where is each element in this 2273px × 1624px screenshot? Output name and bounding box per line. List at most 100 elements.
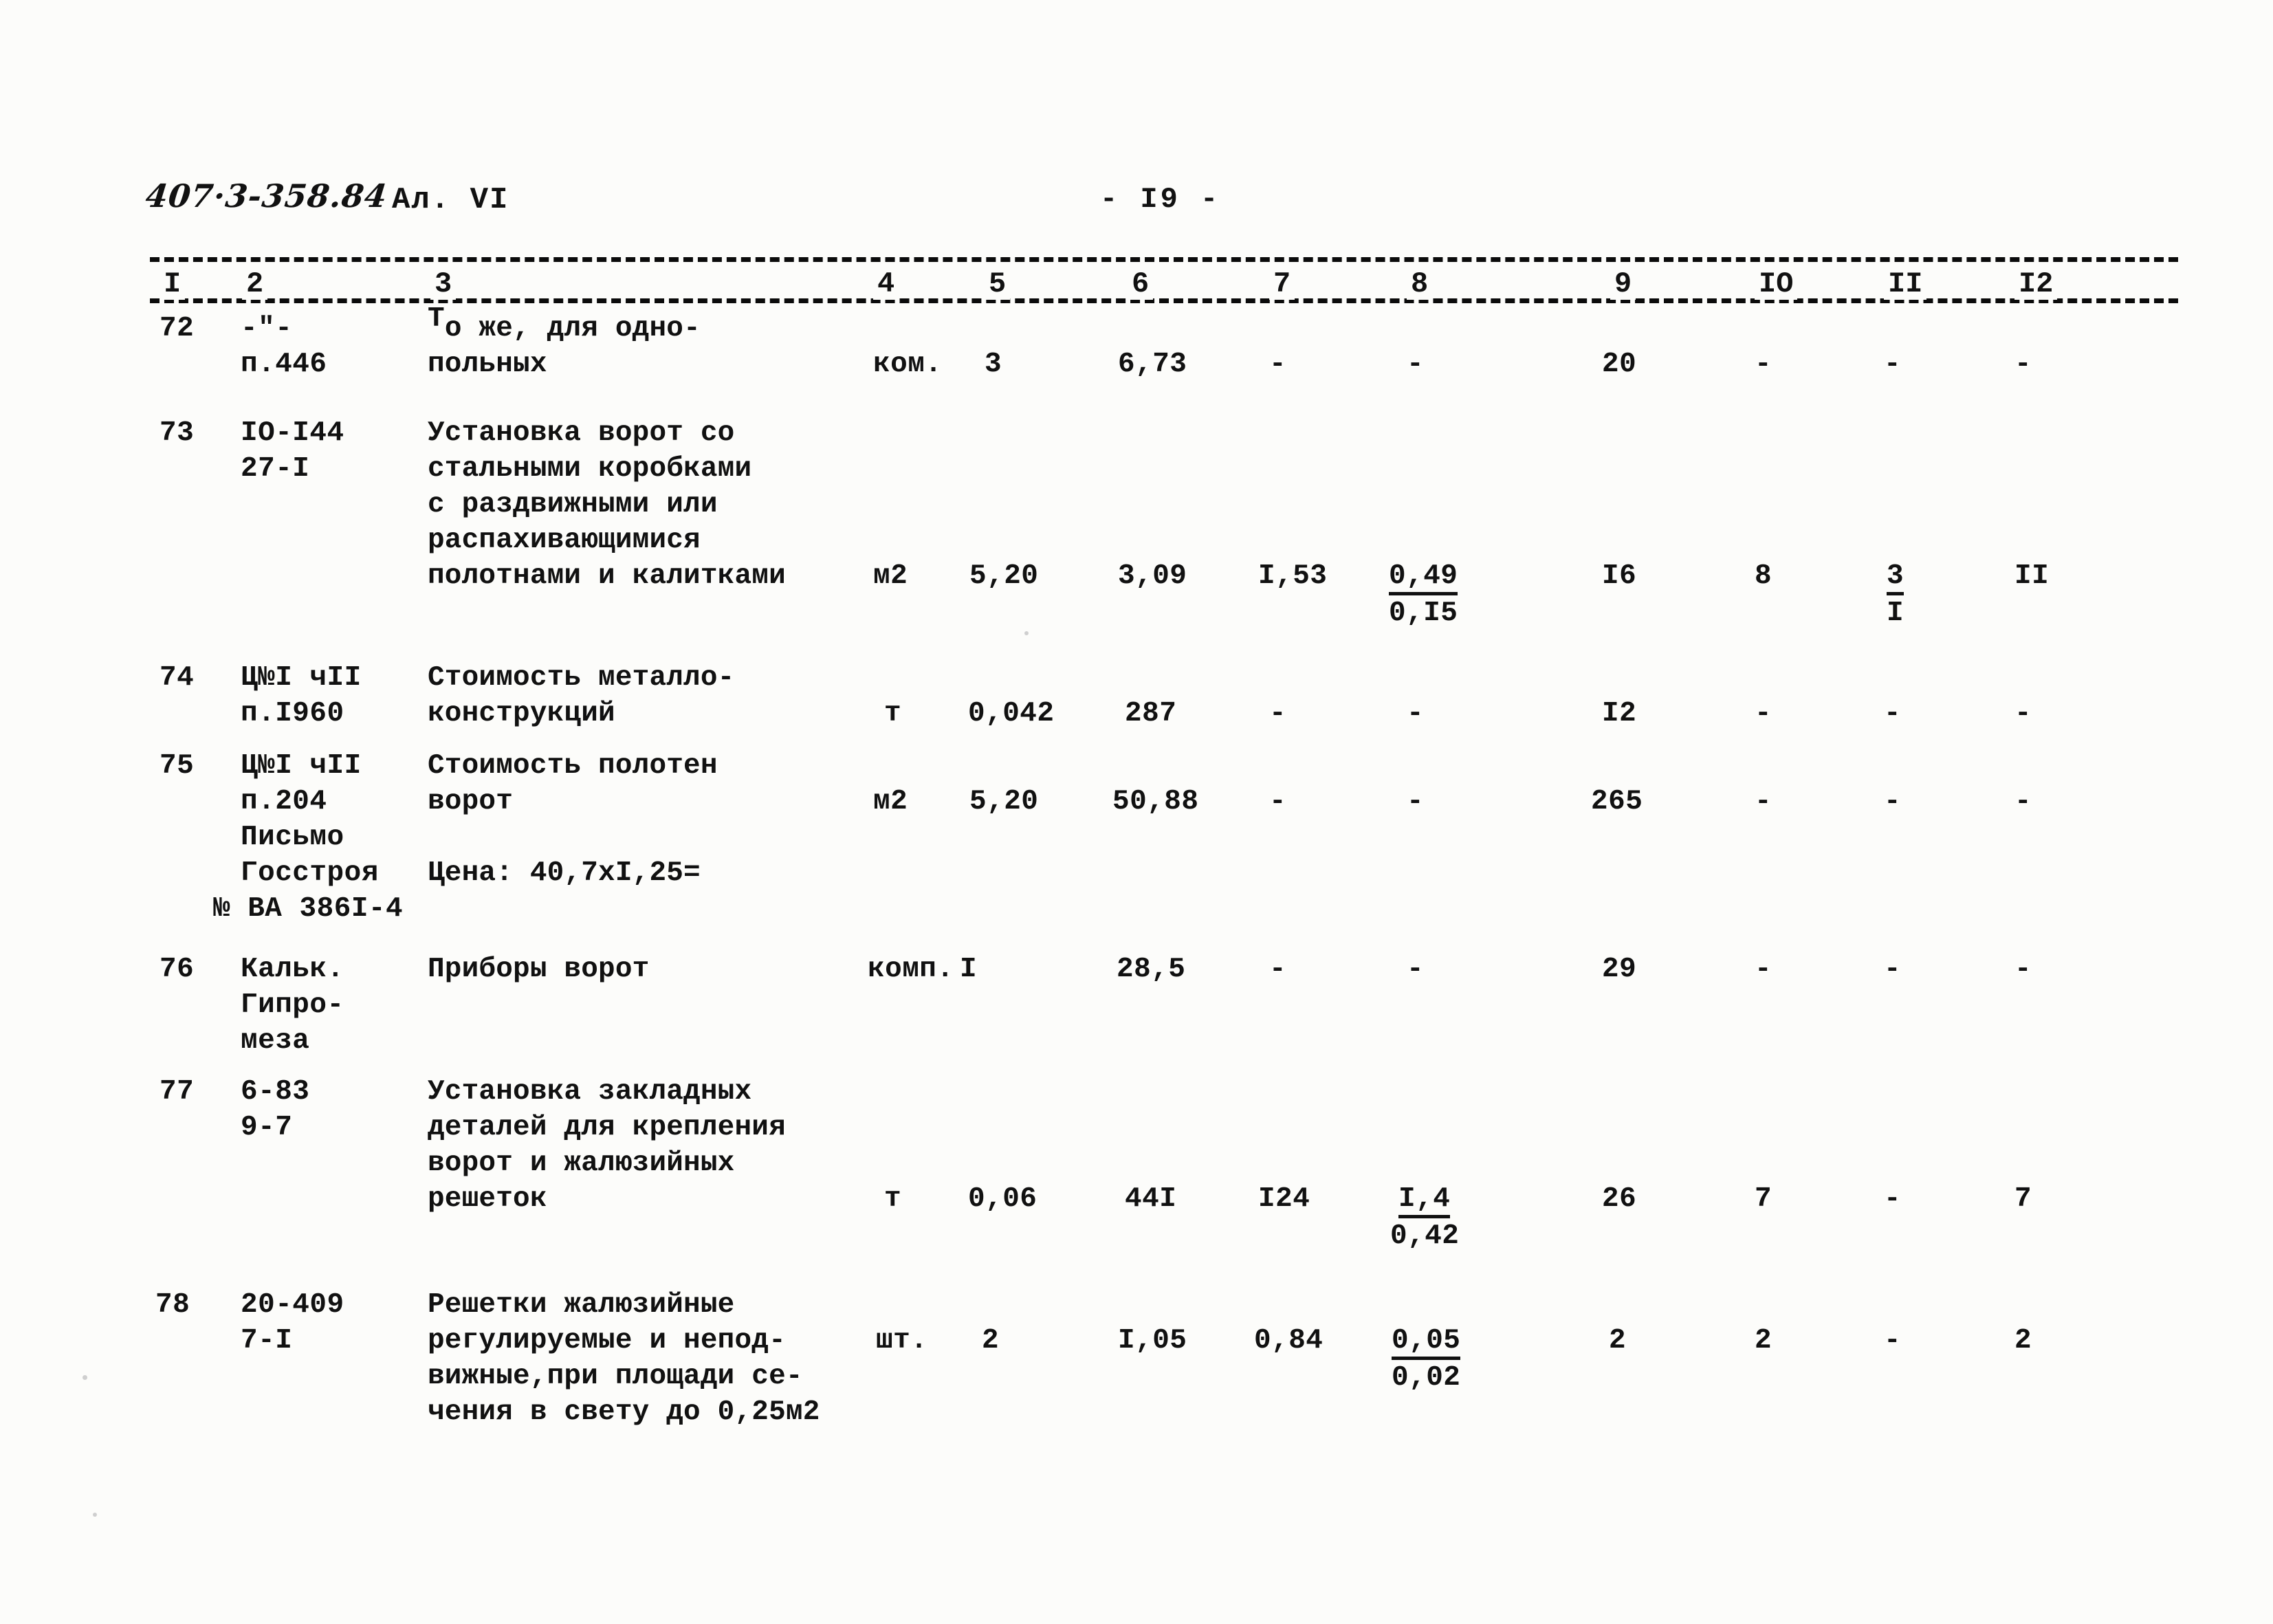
row-code: 20-409 — [241, 1289, 344, 1321]
column-number-10: IO — [1755, 268, 1798, 300]
row-col8-value: 0,05 — [1392, 1326, 1461, 1360]
row-description: распахивающимися — [428, 525, 701, 556]
row-col11: - — [1884, 349, 1902, 380]
row-col11: - — [1884, 1325, 1902, 1357]
row-description: польных — [428, 349, 547, 380]
row-code: Ц№I чII — [241, 662, 362, 694]
row-description: Решетки жалюзийные — [428, 1289, 735, 1321]
row-col5: 0,06 — [968, 1183, 1037, 1215]
row-code: п.446 — [241, 349, 327, 380]
row-code: п.I960 — [241, 698, 344, 729]
row-description: ворот и жалюзийных — [428, 1148, 735, 1179]
row-col10: 2 — [1755, 1325, 1772, 1357]
row-col6: 287 — [1125, 698, 1177, 729]
row-col8-top: 0,49 — [1389, 558, 1458, 595]
row-col9: I2 — [1602, 698, 1637, 729]
row-col6: 50,88 — [1112, 786, 1199, 818]
desc-initial: Т — [428, 303, 445, 335]
table-row: 77 — [160, 1076, 195, 1108]
column-number-5: 5 — [985, 268, 1011, 300]
row-col9: 265 — [1591, 786, 1643, 818]
row-col12: - — [2014, 349, 2032, 380]
row-col7: - — [1269, 698, 1287, 729]
page-number: - I9 - — [1100, 183, 1221, 216]
scan-speck — [1024, 631, 1029, 635]
row-description: решеток — [428, 1183, 547, 1215]
row-description: Стоимость полотен — [428, 750, 718, 782]
row-col5: 3 — [985, 349, 1002, 380]
column-number-9: 9 — [1610, 268, 1636, 300]
row-unit: комп. — [868, 954, 954, 985]
row-col10: - — [1755, 349, 1772, 380]
row-col7: - — [1269, 786, 1287, 818]
row-unit: ком. — [873, 349, 943, 380]
row-col9: 26 — [1602, 1183, 1637, 1215]
row-col8-top: 0,05 — [1392, 1323, 1461, 1360]
row-unit: т — [884, 1183, 902, 1215]
row-col6: 44I — [1125, 1183, 1177, 1215]
row-code: п.204 — [241, 786, 327, 818]
row-col6: I,05 — [1118, 1325, 1187, 1357]
row-col11: - — [1884, 698, 1902, 729]
row-col12: - — [2014, 954, 2032, 985]
row-col10: 8 — [1755, 560, 1772, 592]
row-col11-bottom: I — [1887, 597, 1904, 629]
row-col7: I,53 — [1258, 560, 1328, 592]
row-col10: - — [1755, 698, 1772, 729]
row-col12: - — [2014, 698, 2032, 729]
row-col12: - — [2014, 786, 2032, 818]
row-code: 9-7 — [241, 1112, 293, 1143]
table-top-rule — [150, 257, 2178, 262]
row-description: конструкций — [428, 698, 615, 729]
row-unit: м2 — [873, 786, 908, 818]
row-col11: - — [1884, 1183, 1902, 1215]
row-code: Кальк. — [241, 954, 344, 985]
column-number-7: 7 — [1269, 268, 1295, 300]
row-price-note: Цена: 40,7хI,25= — [428, 857, 701, 889]
column-number-4: 4 — [873, 268, 899, 300]
row-description: вижные,при площади се- — [428, 1361, 803, 1392]
row-col12: II — [2014, 560, 2050, 592]
row-description: с раздвижными или — [428, 489, 718, 520]
row-col8-value: I,4 — [1398, 1184, 1451, 1218]
row-col10: - — [1755, 954, 1772, 985]
row-col12: 7 — [2014, 1183, 2032, 1215]
row-description: То же, для одно- — [428, 303, 701, 347]
row-col12: 2 — [2014, 1325, 2032, 1357]
row-code: Письмо — [241, 822, 344, 853]
row-col8-value: 0,49 — [1389, 561, 1458, 595]
row-col7: 0,84 — [1254, 1325, 1324, 1357]
row-col10: - — [1755, 786, 1772, 818]
row-col11-top: 3 — [1887, 558, 1904, 595]
row-col5: I — [960, 954, 978, 985]
row-code: Гипро- — [241, 989, 344, 1021]
row-col5: 2 — [982, 1325, 1000, 1357]
row-col5: 5,20 — [969, 786, 1039, 818]
row-description: деталей для крепления — [428, 1112, 786, 1143]
row-code: меза — [241, 1025, 310, 1057]
row-col8-bottom: 0,42 — [1390, 1220, 1460, 1252]
table-row: 73 — [160, 417, 195, 449]
row-description: Установка закладных — [428, 1076, 752, 1108]
table-row: 76 — [160, 954, 195, 985]
table-row: 74 — [160, 662, 195, 694]
row-description: Приборы ворот — [428, 954, 650, 985]
row-col11-value: 3 — [1887, 561, 1904, 595]
row-code: 6-83 — [241, 1076, 310, 1108]
row-code: IO-I44 — [241, 417, 344, 449]
row-col6: 6,73 — [1118, 349, 1187, 380]
row-unit: м2 — [873, 560, 908, 592]
table-row: 75 — [160, 750, 195, 782]
row-col7: - — [1269, 954, 1287, 985]
row-code: 7-I — [241, 1325, 293, 1357]
row-col8-bottom: 0,02 — [1392, 1362, 1461, 1394]
row-col8: - — [1407, 698, 1425, 729]
row-description: регулируемые и непод- — [428, 1325, 786, 1357]
row-col5: 0,042 — [968, 698, 1055, 729]
row-code: -"- — [241, 313, 293, 344]
row-unit: т — [884, 698, 902, 729]
column-number-11: II — [1884, 268, 1927, 300]
document-code: 407·3-358.84 — [144, 177, 390, 215]
document-sheet: 407·3-358.84 Ал. VI - I9 - I 2 3 4 5 6 7… — [0, 0, 2273, 1624]
row-col5: 5,20 — [969, 560, 1039, 592]
